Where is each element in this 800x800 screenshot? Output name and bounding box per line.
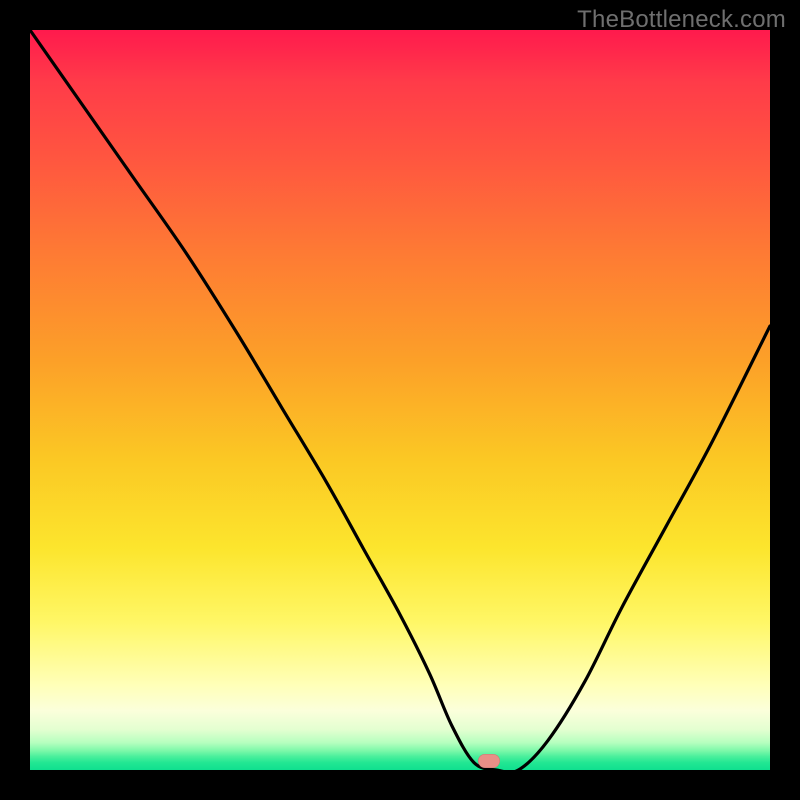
watermark-text: TheBottleneck.com — [577, 6, 786, 34]
chart-frame: TheBottleneck.com — [0, 0, 800, 800]
optimal-point-marker — [478, 754, 500, 768]
bottleneck-curve — [30, 30, 770, 770]
plot-area — [30, 30, 770, 770]
